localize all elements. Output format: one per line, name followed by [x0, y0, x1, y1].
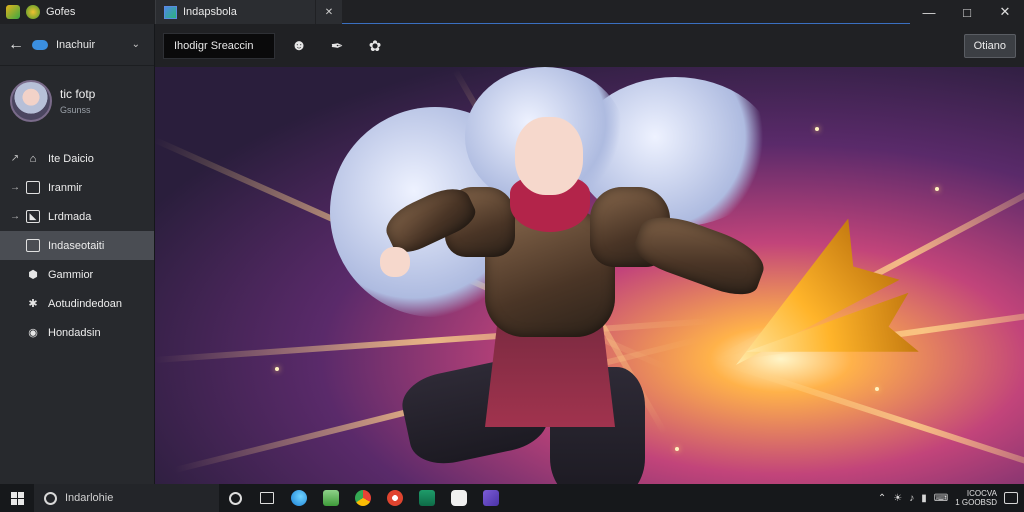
adjust-icon[interactable]: ✿	[361, 32, 389, 60]
light-ray	[714, 357, 1024, 484]
sidebar-item-label: Aotudindedoan	[48, 297, 123, 310]
image-search-input[interactable]	[163, 32, 275, 59]
spark	[935, 187, 939, 191]
clock-time: ICOCVA	[966, 489, 997, 498]
search-icon	[44, 491, 57, 505]
record-icon: ◉	[28, 327, 38, 339]
sidebar-item-7[interactable]: ◉ Hondadsin	[0, 318, 154, 347]
sidebar-item-6[interactable]: ✱ Aotudindedoan	[0, 289, 154, 318]
store-icon[interactable]	[411, 484, 443, 512]
sidebar-item-3[interactable]: → ◣ Lrdmada	[0, 202, 154, 231]
notification-icon[interactable]	[1004, 492, 1018, 504]
expand-arrow-icon[interactable]: →	[0, 211, 22, 222]
tab-strip	[342, 0, 910, 24]
image-viewer[interactable]	[155, 67, 1024, 484]
profile-card[interactable]: tic fotp Gsunss	[0, 66, 154, 136]
app-logo-icon	[6, 5, 20, 19]
sidebar-nav: ↗ ⌂ Ite Daicio → Iranmir → ◣ Lrdmada Ind…	[0, 144, 154, 347]
file-explorer-icon[interactable]	[315, 484, 347, 512]
close-button[interactable]: ✕	[986, 0, 1024, 24]
cloud-icon	[32, 39, 48, 50]
clock[interactable]: ICOCVA 1 GOOBSD	[955, 489, 997, 507]
home-icon: ⌂	[29, 152, 37, 165]
windows-logo-icon	[10, 491, 24, 505]
battery-icon[interactable]: ▮	[921, 493, 927, 504]
picture-icon	[26, 239, 40, 252]
start-button[interactable]	[0, 484, 34, 512]
sidebar-item-label: Gammior	[48, 268, 94, 281]
tab-active[interactable]: Indapsbola	[155, 0, 315, 24]
keyboard-icon[interactable]: ⌨	[934, 493, 948, 504]
spark	[875, 387, 879, 391]
task-view-icon[interactable]	[251, 484, 283, 512]
sidebar-item-label: Iranmir	[48, 181, 83, 194]
maximize-button[interactable]: □	[948, 0, 986, 24]
sidebar-item-2[interactable]: → Iranmir	[0, 173, 154, 202]
app-switcher[interactable]: Gofes	[0, 0, 155, 24]
sidebar-item-label: Ite Daicio	[48, 152, 94, 165]
profile-subtitle: Gsunss	[60, 105, 91, 115]
taskbar-search[interactable]: Indarlohie	[34, 484, 219, 512]
sidebar-item-label: Lrdmada	[48, 210, 92, 223]
sidebar: ← Inachuir ⌄ tic fotp Gsunss ↗ ⌂ Ite Dai…	[0, 24, 155, 484]
document-icon	[26, 181, 40, 194]
avatar[interactable]	[10, 80, 52, 122]
taskbar: Indarlohie ⌃ ☀ ♪ ▮ ⌨ ICOCVA 1 GOOBSD	[0, 484, 1024, 512]
spark	[815, 127, 819, 131]
expand-arrow-icon[interactable]: →	[0, 182, 22, 193]
minimize-button[interactable]: —	[910, 0, 948, 24]
open-button[interactable]: Otiano	[963, 33, 1016, 58]
sidebar-item-4[interactable]: Indaseotaiti	[0, 231, 154, 260]
shield-icon: ⬢	[28, 269, 38, 281]
sidebar-item-label: Hondadsin	[48, 326, 101, 339]
user-icon[interactable]: ☻	[285, 32, 313, 60]
purple-app-icon[interactable]	[475, 484, 507, 512]
chrome-icon[interactable]	[347, 484, 379, 512]
tab-pin-icon[interactable]: ✕	[316, 0, 342, 24]
tab-title: Indapsbola	[183, 6, 237, 18]
volume-icon[interactable]: ♪	[909, 493, 914, 504]
cortana-icon[interactable]	[219, 484, 251, 512]
artwork	[155, 67, 1024, 484]
brush-icon[interactable]: ✒	[323, 32, 351, 60]
chevron-down-icon[interactable]: ⌄	[132, 39, 140, 50]
expand-arrow-icon[interactable]: ↗	[0, 153, 22, 164]
sidebar-item-label: Indaseotaiti	[48, 239, 105, 252]
app-name: Gofes	[46, 6, 76, 18]
sidebar-item-1[interactable]: ↗ ⌂ Ite Daicio	[0, 144, 154, 173]
network-icon[interactable]: ☀	[893, 493, 902, 504]
hand	[380, 247, 410, 277]
settings-icon: ✱	[28, 298, 38, 310]
system-tray: ⌃ ☀ ♪ ▮ ⌨ ICOCVA 1 GOOBSD	[878, 489, 1024, 507]
back-arrow-icon[interactable]: ←	[8, 36, 24, 54]
app-secondary-icon	[26, 5, 40, 19]
edge-icon[interactable]	[283, 484, 315, 512]
chevron-up-icon[interactable]: ⌃	[878, 493, 886, 504]
toolbar: ☻ ✒ ✿ Otiano	[155, 24, 1024, 67]
title-bar: Gofes Indapsbola ✕ — □ ✕	[0, 0, 1024, 24]
sidebar-header-label[interactable]: Inachuir	[56, 39, 95, 51]
sidebar-header: ← Inachuir ⌄	[0, 24, 154, 66]
taskbar-search-text: Indarlohie	[65, 492, 114, 504]
face	[515, 117, 583, 195]
spark	[275, 367, 279, 371]
clock-date: 1 GOOBSD	[955, 498, 997, 507]
profile-name: tic fotp	[60, 87, 96, 101]
sidebar-item-5[interactable]: ⬢ Gammior	[0, 260, 154, 289]
image-icon: ◣	[26, 210, 40, 223]
spark	[675, 447, 679, 451]
tab-favicon-icon	[164, 5, 177, 19]
media-app-icon[interactable]	[379, 484, 411, 512]
game-app-icon[interactable]	[443, 484, 475, 512]
